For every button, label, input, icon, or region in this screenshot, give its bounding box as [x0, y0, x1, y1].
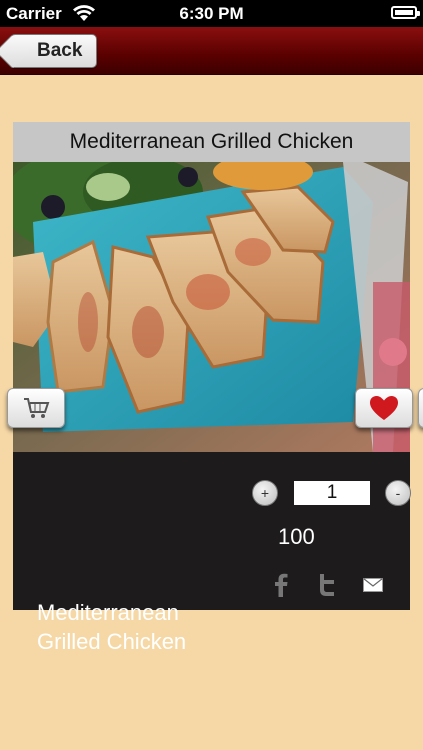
back-button[interactable]: Back	[10, 34, 98, 68]
clock: 6:30 PM	[179, 4, 244, 23]
heart-icon	[370, 396, 398, 420]
email-share-button[interactable]	[361, 572, 385, 598]
facebook-share-button[interactable]	[270, 572, 292, 598]
add-to-cart-button[interactable]	[7, 388, 65, 428]
status-bar: Carrier 6:30 PM	[0, 0, 423, 27]
twitter-icon	[320, 574, 334, 596]
dish-price: 100	[278, 524, 315, 549]
mail-icon	[363, 578, 383, 592]
twitter-share-button[interactable]	[314, 572, 340, 598]
quantity-field[interactable]	[294, 481, 370, 505]
facebook-icon	[275, 573, 288, 597]
back-button-label: Back	[37, 40, 83, 61]
battery-icon	[391, 6, 420, 19]
next-button[interactable]	[418, 388, 423, 428]
dish-name: Mediterranean Grilled Chicken	[37, 600, 187, 654]
navigation-bar: Back	[0, 27, 423, 75]
dish-title: Mediterranean Grilled Chicken	[13, 122, 410, 162]
favorite-button[interactable]	[355, 388, 413, 428]
cart-icon	[24, 398, 50, 418]
decrease-quantity-button[interactable]: -	[385, 480, 411, 506]
dish-card: Mediterranean Grilled Chicken Mediterran…	[13, 122, 410, 654]
increase-quantity-button[interactable]: +	[252, 480, 278, 506]
dish-photo	[13, 162, 410, 452]
